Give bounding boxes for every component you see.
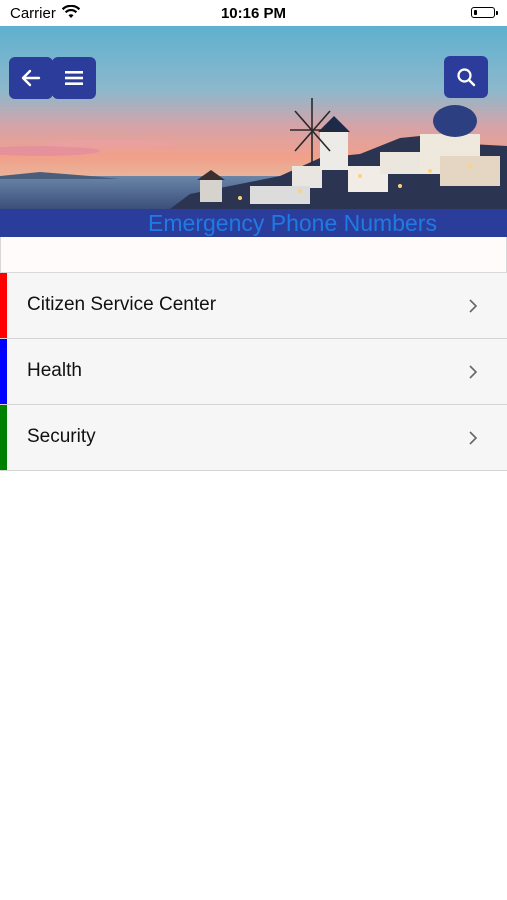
list-item-health[interactable]: Health <box>0 339 507 405</box>
search-field[interactable] <box>0 237 507 273</box>
hamburger-menu-icon <box>65 71 83 85</box>
title-bar: Emergency Phone Numbers <box>0 209 507 237</box>
menu-button[interactable] <box>52 57 96 99</box>
chevron-right-icon <box>469 299 478 313</box>
search-button[interactable] <box>444 56 488 98</box>
category-color-bar <box>0 339 7 404</box>
battery-icon <box>471 7 498 18</box>
list-item-label: Security <box>27 426 96 447</box>
header-banner-image <box>0 26 507 209</box>
list-item-citizen-service-center[interactable]: Citizen Service Center <box>0 273 507 339</box>
arrow-left-icon <box>21 69 41 87</box>
clock: 10:16 PM <box>220 5 287 22</box>
chevron-right-icon <box>469 365 478 379</box>
list-item-security[interactable]: Security <box>0 405 507 471</box>
back-button[interactable] <box>9 57 53 99</box>
list-item-label: Citizen Service Center <box>27 294 217 315</box>
list-item-label: Health <box>27 360 82 381</box>
category-color-bar <box>0 405 7 470</box>
category-list: Citizen Service Center Health Security <box>0 273 507 471</box>
page-title: Emergency Phone Numbers <box>148 210 437 236</box>
search-icon <box>457 68 476 87</box>
status-bar: Carrier 10:16 PM <box>0 0 507 26</box>
category-color-bar <box>0 273 7 338</box>
chevron-right-icon <box>469 431 478 445</box>
